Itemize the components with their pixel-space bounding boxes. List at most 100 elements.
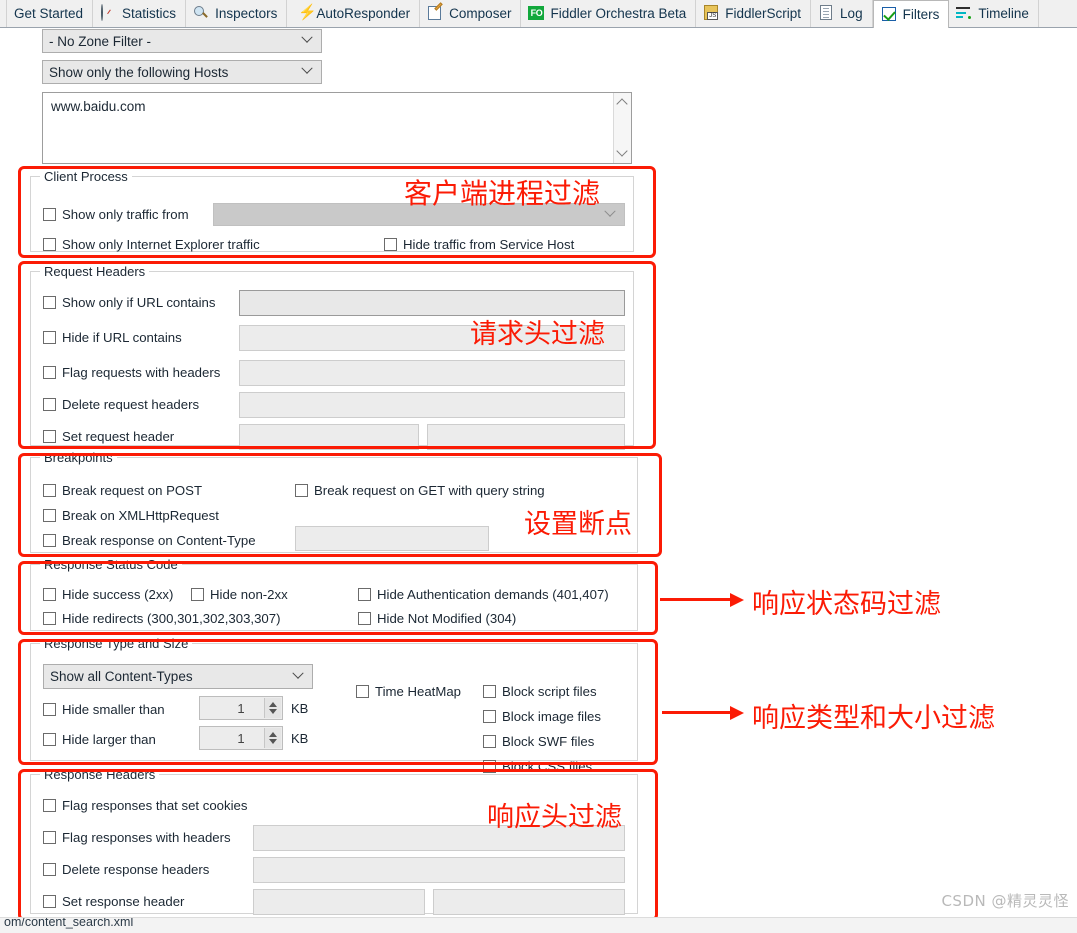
input-delete-response-headers[interactable]: [253, 857, 625, 883]
tab-label: Fiddler Orchestra Beta: [550, 5, 687, 21]
checkbox-box[interactable]: [43, 484, 56, 497]
checkbox-box[interactable]: [43, 509, 56, 522]
spinner-buttons[interactable]: [264, 698, 281, 718]
checkbox-break-on-xmlhttprequest[interactable]: Break on XMLHttpRequest: [43, 508, 219, 523]
checkbox-hide-authentication-demands[interactable]: Hide Authentication demands (401,407): [358, 587, 609, 602]
checkbox-box[interactable]: [483, 760, 496, 773]
checkbox-label: Hide traffic from Service Host: [403, 237, 575, 252]
checkbox-label: Hide larger than: [62, 732, 156, 747]
checkbox-box[interactable]: [43, 238, 56, 251]
checkbox-time-heatmap[interactable]: Time HeatMap: [356, 684, 461, 699]
checkbox-flag-responses-with-headers[interactable]: Flag responses with headers: [43, 830, 231, 845]
checkbox-box[interactable]: [43, 398, 56, 411]
checkbox-flag-requests-with-headers[interactable]: Flag requests with headers: [43, 365, 220, 380]
checkbox-show-only-traffic-from[interactable]: Show only traffic from: [43, 207, 189, 222]
checkbox-box[interactable]: [43, 331, 56, 344]
checkbox-hide-not-modified[interactable]: Hide Not Modified (304): [358, 611, 516, 626]
checkbox-box[interactable]: [43, 430, 56, 443]
checkbox-break-request-on-get-query[interactable]: Break request on GET with query string: [295, 483, 545, 498]
input-set-response-header-name[interactable]: [253, 889, 425, 915]
tab-statistics[interactable]: Statistics: [93, 0, 187, 27]
checkbox-block-swf-files[interactable]: Block SWF files: [483, 734, 594, 749]
host-filter-dropdown[interactable]: Show only the following Hosts: [42, 60, 322, 84]
input-break-response-content-type[interactable]: [295, 526, 489, 551]
checkbox-box[interactable]: [295, 484, 308, 497]
checkbox-delete-request-headers[interactable]: Delete request headers: [43, 397, 199, 412]
spinner-buttons[interactable]: [264, 728, 281, 748]
input-set-request-header-value[interactable]: [427, 424, 625, 450]
content-types-value: Show all Content-Types: [50, 669, 193, 684]
spinner-hide-larger-than[interactable]: 1: [199, 726, 283, 750]
checkbox-box[interactable]: [43, 366, 56, 379]
checkbox-box[interactable]: [358, 612, 371, 625]
checkbox-box[interactable]: [43, 534, 56, 547]
checkbox-break-request-on-post[interactable]: Break request on POST: [43, 483, 202, 498]
checkbox-box[interactable]: [483, 710, 496, 723]
tab-fiddlerscript[interactable]: FiddlerScript: [696, 0, 812, 27]
tab-label: Filters: [902, 6, 940, 22]
tab-filters[interactable]: Filters: [872, 0, 950, 28]
checkbox-hide-if-url-contains[interactable]: Hide if URL contains: [43, 330, 182, 345]
checkbox-box[interactable]: [43, 733, 56, 746]
unit-label-kb-smaller: KB: [291, 701, 309, 716]
checkbox-box[interactable]: [483, 685, 496, 698]
checkbox-hide-non-2xx[interactable]: Hide non-2xx: [191, 587, 288, 602]
tab-timeline[interactable]: Timeline: [949, 0, 1039, 27]
checkbox-box[interactable]: [43, 612, 56, 625]
tab-composer[interactable]: Composer: [420, 0, 522, 27]
input-delete-request-headers[interactable]: [239, 392, 625, 418]
input-set-response-header-value[interactable]: [433, 889, 625, 915]
spinner-hide-smaller-than[interactable]: 1: [199, 696, 283, 720]
checkbox-box[interactable]: [43, 208, 56, 221]
input-set-request-header-name[interactable]: [239, 424, 419, 450]
checkbox-break-response-on-content-type[interactable]: Break response on Content-Type: [43, 533, 256, 548]
checkbox-box[interactable]: [43, 588, 56, 601]
checkbox-box[interactable]: [483, 735, 496, 748]
checkbox-block-script-files[interactable]: Block script files: [483, 684, 597, 699]
zone-filter-value: - No Zone Filter -: [49, 33, 152, 49]
tab-inspectors[interactable]: Inspectors: [186, 0, 288, 27]
checkbox-box[interactable]: [43, 895, 56, 908]
checkbox-block-image-files[interactable]: Block image files: [483, 709, 601, 724]
tab-log[interactable]: Log: [811, 0, 873, 27]
checkbox-label: Set request header: [62, 429, 175, 444]
fo-badge-icon: FO: [528, 5, 545, 22]
checkbox-hide-smaller-than[interactable]: Hide smaller than: [43, 702, 165, 717]
checkbox-show-only-ie-traffic[interactable]: Show only Internet Explorer traffic: [43, 237, 260, 252]
checkbox-box[interactable]: [358, 588, 371, 601]
checkbox-box[interactable]: [43, 799, 56, 812]
magnifier-icon: [193, 5, 210, 22]
checkbox-hide-larger-than[interactable]: Hide larger than: [43, 732, 156, 747]
checkbox-box[interactable]: [43, 296, 56, 309]
input-flag-requests-with-headers[interactable]: [239, 360, 625, 386]
checkbox-hide-success-2xx[interactable]: Hide success (2xx): [43, 587, 173, 602]
checkbox-set-request-header[interactable]: Set request header: [43, 429, 174, 444]
checkbox-box[interactable]: [356, 685, 369, 698]
checkbox-flag-responses-that-set-cookies[interactable]: Flag responses that set cookies: [43, 798, 247, 813]
hosts-textarea[interactable]: www.baidu.com: [42, 92, 632, 164]
unit-label-kb-larger: KB: [291, 731, 309, 746]
checkbox-box[interactable]: [191, 588, 204, 601]
tab-get-started[interactable]: Get Started: [6, 0, 94, 27]
checkbox-box[interactable]: [384, 238, 397, 251]
chevron-down-icon[interactable]: [616, 145, 628, 157]
hosts-scrollbar[interactable]: [613, 93, 631, 163]
tab-autoresponder[interactable]: ⚡ AutoResponder: [287, 0, 421, 27]
checkbox-show-only-if-url-contains[interactable]: Show only if URL contains: [43, 295, 215, 310]
checkbox-box[interactable]: [43, 831, 56, 844]
tab-label: Inspectors: [215, 5, 278, 21]
zone-filter-dropdown[interactable]: - No Zone Filter -: [42, 29, 322, 53]
checkbox-label: Hide success (2xx): [62, 587, 174, 602]
annotation-client-process: 客户端进程过滤: [404, 177, 601, 210]
chevron-up-icon[interactable]: [616, 98, 628, 110]
checkbox-box[interactable]: [43, 863, 56, 876]
checkbox-box[interactable]: [43, 703, 56, 716]
checkbox-hide-redirects[interactable]: Hide redirects (300,301,302,303,307): [43, 611, 280, 626]
checkbox-label: Show only if URL contains: [62, 295, 216, 310]
checkbox-set-response-header[interactable]: Set response header: [43, 894, 184, 909]
tab-fiddler-orchestra-beta[interactable]: FO Fiddler Orchestra Beta: [521, 0, 697, 27]
checkbox-delete-response-headers[interactable]: Delete response headers: [43, 862, 209, 877]
checkbox-hide-service-host[interactable]: Hide traffic from Service Host: [384, 237, 574, 252]
checkbox-block-css-files[interactable]: Block CSS files: [483, 759, 592, 774]
content-types-dropdown[interactable]: Show all Content-Types: [43, 664, 313, 689]
